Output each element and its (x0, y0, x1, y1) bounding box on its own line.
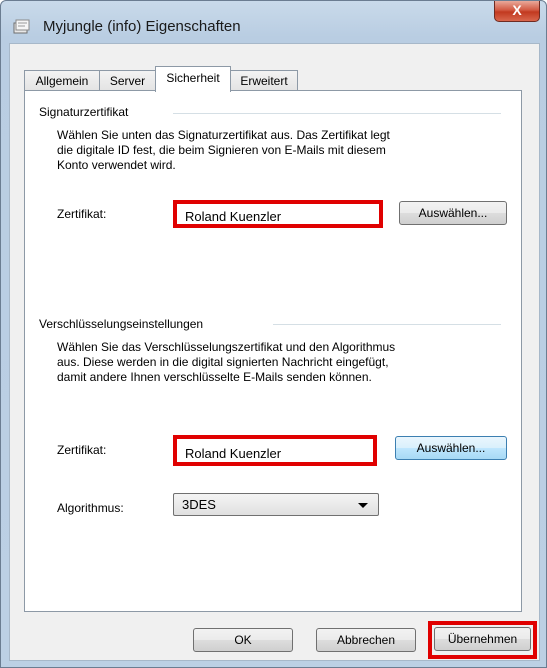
title-bar[interactable]: Myjungle (info) Eigenschaften X (1, 1, 546, 41)
algorithm-value: 3DES (182, 497, 216, 512)
apply-button[interactable]: Übernehmen (434, 627, 531, 651)
signature-cert-value: Roland Kuenzler (185, 209, 282, 224)
description-line: Wählen Sie das Verschlüsselungszertifika… (57, 340, 396, 354)
encryption-group-title: Verschlüsselungseinstellungen (39, 317, 210, 331)
signature-cert-label: Zertifikat: (57, 207, 107, 221)
tab-allgemein[interactable]: Allgemein (24, 70, 100, 91)
tab-erweitert[interactable]: Erweitert (230, 70, 298, 91)
description-line: die digitale ID fest, die beim Signieren… (57, 143, 386, 157)
encryption-choose-button[interactable]: Auswählen... (395, 436, 507, 460)
group-divider (273, 324, 501, 325)
signature-choose-button[interactable]: Auswählen... (399, 201, 507, 225)
properties-dialog: Myjungle (info) Eigenschaften X Allgemei… (0, 0, 547, 668)
encryption-description: Wählen Sie das Verschlüsselungszertifika… (57, 340, 395, 385)
tab-sicherheit[interactable]: Sicherheit (155, 66, 231, 92)
group-divider (173, 113, 501, 114)
chevron-down-icon (358, 503, 368, 508)
encryption-cert-value: Roland Kuenzler (185, 446, 282, 461)
signature-cert-field[interactable]: Roland Kuenzler (173, 200, 383, 228)
account-properties-icon (13, 19, 30, 34)
description-line: aus. Diese werden in die digital signier… (57, 355, 389, 369)
encryption-cert-label: Zertifikat: (57, 443, 107, 457)
description-line: Wählen Sie unten das Signaturzertifikat … (57, 128, 390, 142)
algorithm-dropdown[interactable]: 3DES (173, 493, 379, 516)
signature-description: Wählen Sie unten das Signaturzertifikat … (57, 128, 390, 173)
security-tab-panel: Signaturzertifikat Wählen Sie unten das … (24, 90, 522, 612)
signature-group-title: Signaturzertifikat (39, 105, 135, 119)
algorithm-label: Algorithmus: (57, 501, 124, 515)
ok-button[interactable]: OK (193, 628, 293, 652)
dialog-client-area: Allgemein Server Sicherheit Erweitert Si… (9, 43, 540, 661)
description-line: Konto verwendet wird. (57, 158, 176, 172)
tab-server[interactable]: Server (99, 70, 156, 91)
cancel-button[interactable]: Abbrechen (316, 628, 416, 652)
encryption-cert-field[interactable]: Roland Kuenzler (173, 435, 377, 466)
window-title: Myjungle (info) Eigenschaften (43, 18, 241, 35)
close-button[interactable]: X (494, 1, 540, 22)
description-line: damit andere Ihnen verschlüsselte E-Mail… (57, 370, 372, 384)
